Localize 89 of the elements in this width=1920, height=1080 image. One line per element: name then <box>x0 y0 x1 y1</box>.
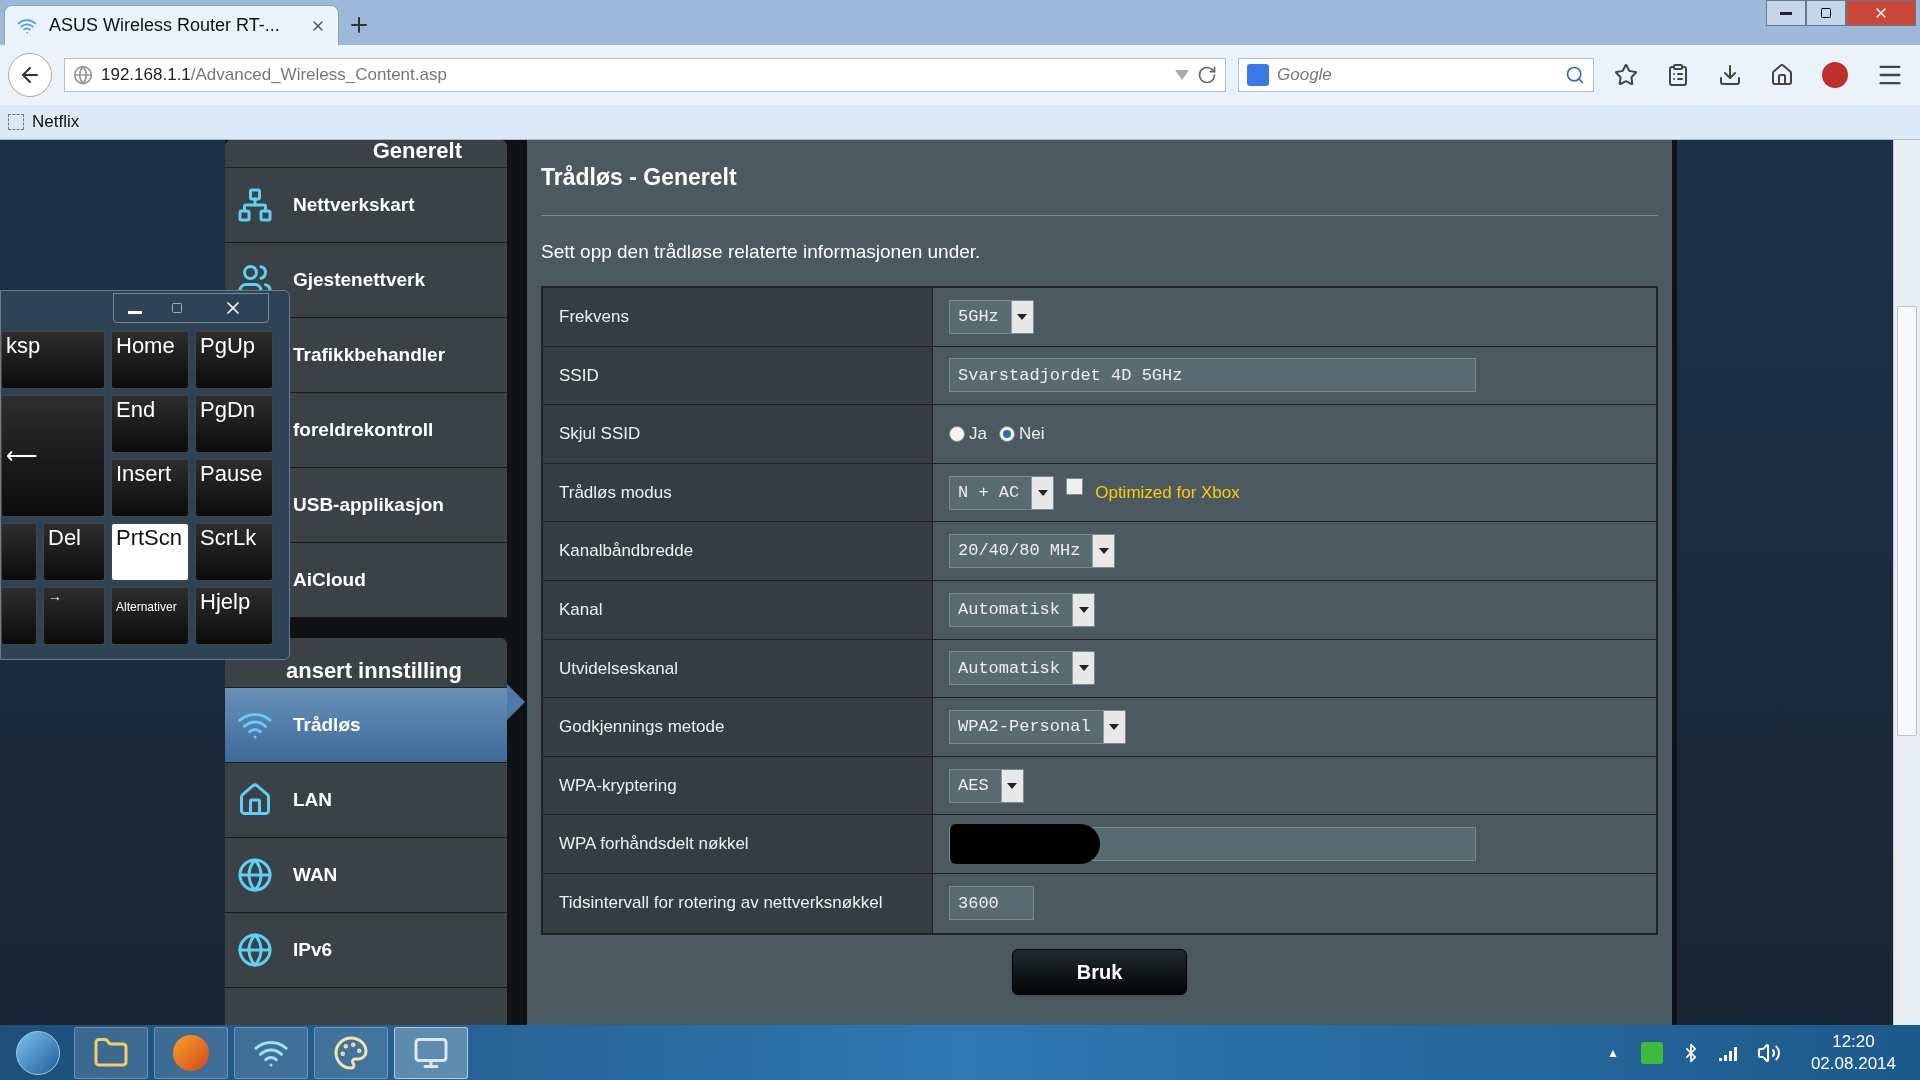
setting-label: Frekvens <box>543 288 933 346</box>
clipboard-icon[interactable] <box>1666 63 1690 87</box>
sidebar-item[interactable]: Gjestenettverk <box>225 243 507 318</box>
radio-button[interactable] <box>949 426 965 442</box>
star-icon[interactable] <box>1614 63 1638 87</box>
page-title: Trådløs - Generelt <box>541 163 738 192</box>
dropdown-select[interactable]: 5GHz <box>949 299 1034 334</box>
dropdown-select[interactable]: Automatisk <box>949 651 1096 686</box>
radio-option[interactable]: Ja <box>949 421 987 447</box>
dropdown-select[interactable]: N + AC <box>949 475 1055 510</box>
url-host: 192.168.1.1 <box>101 64 191 87</box>
palette-icon <box>333 1034 369 1071</box>
sidebar-item[interactable]: IPv6 <box>225 913 507 988</box>
keyboard-key[interactable]: ScrLk <box>195 523 273 581</box>
security-tray-icon[interactable] <box>1640 1041 1663 1064</box>
radio-button[interactable] <box>998 426 1015 442</box>
dropdown-select[interactable]: AES <box>949 768 1024 803</box>
scrollbar[interactable] <box>1893 140 1920 1025</box>
keyboard-key[interactable]: PgDn <box>195 395 273 453</box>
signal-icon[interactable] <box>1718 1044 1739 1061</box>
sidebar-item[interactable]: WAN <box>225 838 507 913</box>
keyboard-key[interactable]: Del <box>43 523 105 581</box>
setting-label: SSID <box>543 346 933 405</box>
minimize-icon <box>1780 11 1792 15</box>
keyboard-key[interactable]: Home <box>111 331 189 389</box>
keyboard-key[interactable]: ⟵ <box>1 395 105 517</box>
text-field[interactable]: Svarstadjordet 4D 5GHz <box>949 358 1476 393</box>
keyboard-key[interactable]: Hjelp <box>195 587 273 645</box>
network-icon <box>237 187 273 223</box>
setting-label: Utvidelseskanal <box>543 639 933 698</box>
maximize-icon <box>171 302 183 314</box>
setting-label: Tidsintervall for rotering av nettverksnøkkel <box>543 873 933 933</box>
home-icon[interactable] <box>1770 63 1794 87</box>
back-button[interactable] <box>8 53 52 97</box>
keyboard-key[interactable]: End <box>111 395 189 453</box>
checkbox-label: Optimized for Xbox <box>1095 481 1240 504</box>
taskbar-app[interactable] <box>74 1026 148 1079</box>
text-field[interactable]: 3600 <box>949 886 1034 921</box>
keyboard-key[interactable]: Alternativer <box>111 587 189 645</box>
page-description: Sett opp den trådløse relaterte informasjonen under. <box>541 239 982 264</box>
search-field[interactable]: Google <box>1238 58 1594 92</box>
dropdown-select[interactable]: 20/40/80 MHz <box>949 534 1116 569</box>
keyboard-key[interactable]: PgUp <box>195 331 273 389</box>
maximize-icon <box>1820 7 1832 19</box>
sidebar-item[interactable]: LAN <box>225 763 507 838</box>
dropdown-select[interactable]: WPA2-Personal <box>949 709 1126 744</box>
setting-label: WPA forhåndsdelt nøkkel <box>543 815 933 873</box>
keyboard-key[interactable]: Insert <box>111 459 189 517</box>
reload-icon[interactable] <box>1197 65 1217 85</box>
keyboard-key[interactable]: PrtScn <box>111 523 189 581</box>
maximize-button[interactable] <box>1806 0 1846 26</box>
section-header: Generelt <box>225 140 507 168</box>
keyboard-key[interactable]: Pause <box>195 459 273 517</box>
setting-label: Skjul SSID <box>543 405 933 463</box>
search-icon[interactable] <box>1565 65 1585 85</box>
setting-label: Kanal <box>543 580 933 639</box>
keyboard-key[interactable]: → <box>43 587 105 645</box>
setting-label: WPA-kryptering <box>543 756 933 815</box>
setting-label: Kanalbåndbredde <box>543 522 933 580</box>
apply-button[interactable]: Bruk <box>1012 948 1187 995</box>
browser-logo-icon <box>173 1034 209 1071</box>
taskbar-app[interactable] <box>314 1026 388 1079</box>
dropdown-select[interactable]: Automatisk <box>949 592 1096 627</box>
tab-title: ASUS Wireless Router RT-... <box>49 14 281 37</box>
selection-pointer-icon <box>507 684 525 720</box>
bookmark-link[interactable]: Netflix <box>8 109 80 135</box>
password-field[interactable] <box>949 827 1476 862</box>
minimize-button[interactable] <box>1766 0 1806 26</box>
setting-label: Trådløs modus <box>543 463 933 522</box>
address-bar[interactable]: 192.168.1.1/Advanced_Wireless_Content.asp <box>64 58 1226 92</box>
adblock-icon[interactable] <box>1822 62 1848 88</box>
globe-icon <box>73 65 93 85</box>
minimize-icon <box>128 310 142 314</box>
taskbar-app[interactable] <box>394 1026 468 1079</box>
taskbar-app[interactable] <box>234 1026 308 1079</box>
radio-option[interactable]: Nei <box>998 421 1045 447</box>
sidebar-item[interactable]: Nettverkskart <box>225 168 507 243</box>
tray-expand-arrow[interactable]: ▲ <box>1607 1043 1619 1062</box>
download-icon[interactable] <box>1718 63 1742 87</box>
keyboard-key[interactable]: ksp <box>1 331 105 389</box>
setting-label: Godkjennings metode <box>543 698 933 756</box>
globe-icon <box>237 857 273 893</box>
checkbox[interactable] <box>1066 478 1084 496</box>
sidebar-item[interactable]: Trådløs <box>225 688 507 763</box>
house-icon <box>237 782 273 818</box>
clock[interactable]: 12:20 02.08.2014 <box>1810 1031 1896 1074</box>
browser-tab[interactable]: ASUS Wireless Router RT-... <box>4 5 339 45</box>
url-path: /Advanced_Wireless_Content.asp <box>190 64 448 87</box>
globe-icon <box>237 932 273 968</box>
